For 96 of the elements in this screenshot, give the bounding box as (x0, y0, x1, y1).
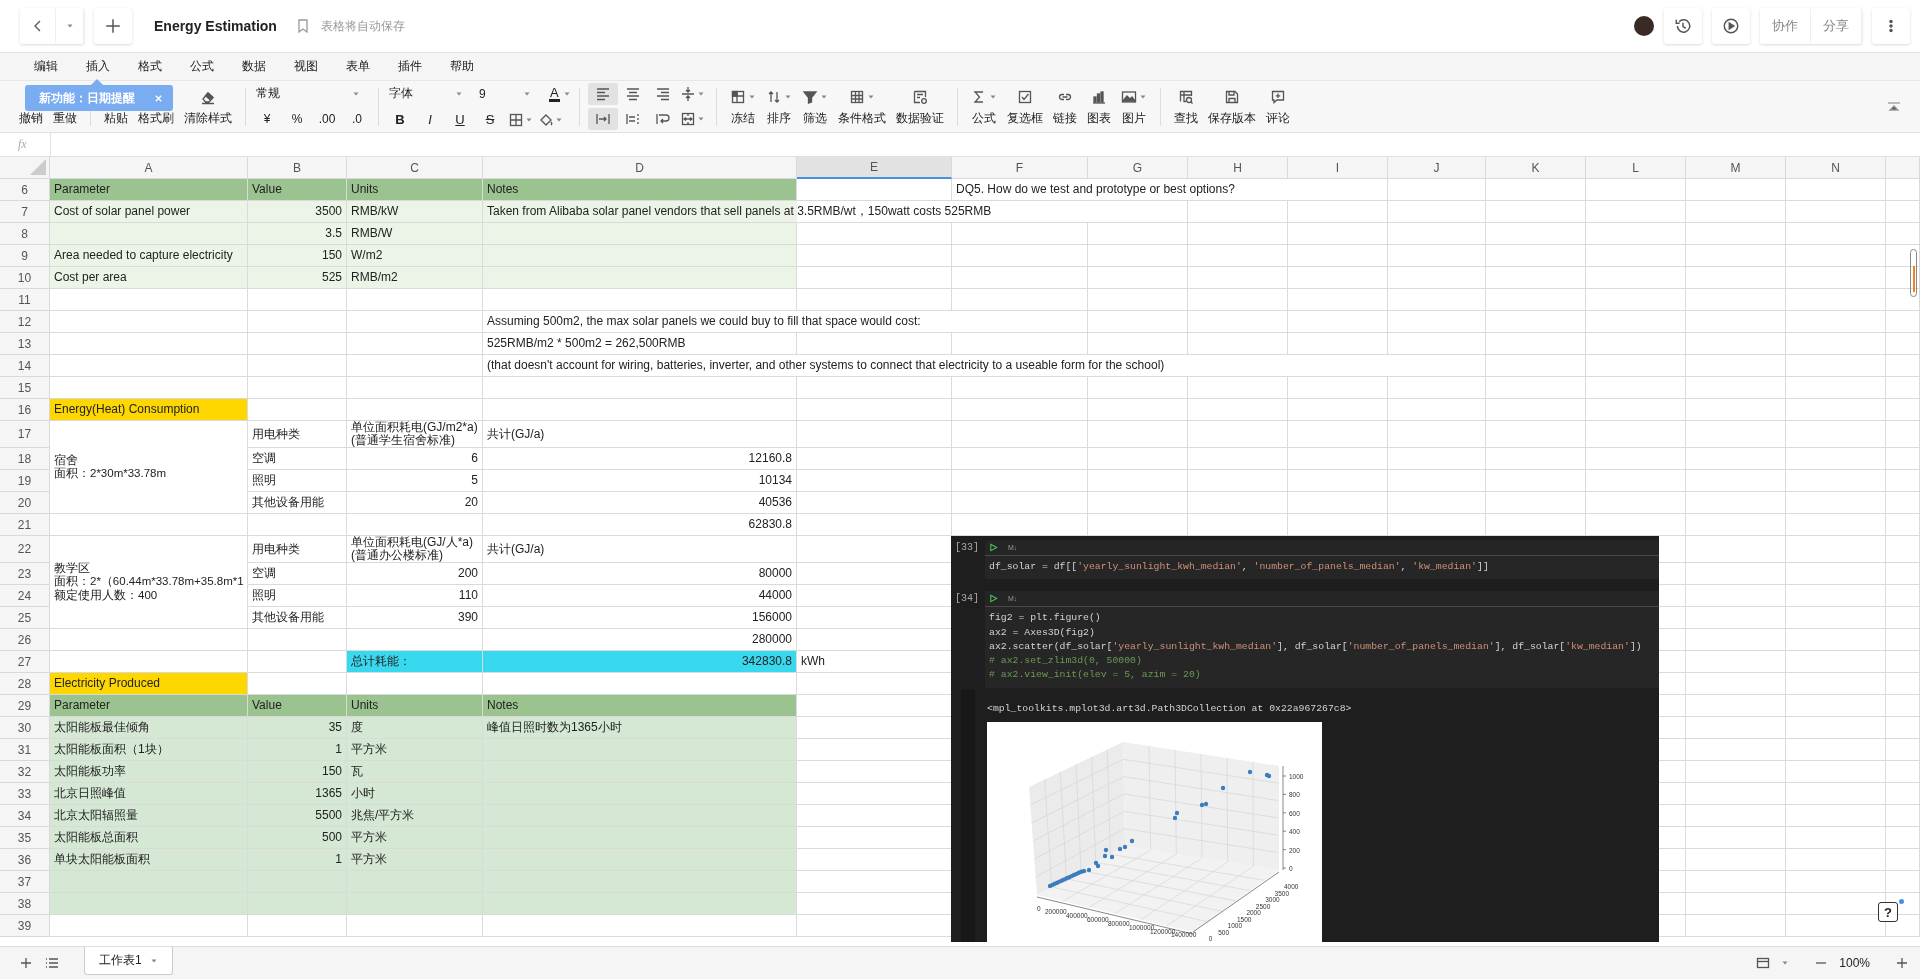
table-cell: 北京太阳辐照量 (50, 805, 248, 827)
table-cell: 1 (248, 739, 347, 761)
code-line: df_solar = df[['yearly_sunlight_kwh_median', 'number_of_panels_median', 'kw_median']] (989, 560, 1490, 574)
table-cell: 北京日照峰值 (50, 783, 248, 805)
cell-prompt: [34] (954, 592, 980, 607)
table-cell: 用电种类 (248, 536, 347, 563)
table-cell: 35 (248, 717, 347, 739)
table-cell: 12160.8 (483, 448, 797, 470)
table-cell: 总计耗能： (347, 651, 483, 673)
formula-label: fx (17, 137, 28, 152)
output-text: <mpl_toolkits.mplot3d.art3d.Path3DCollection at 0x22a967267c8> (987, 701, 1353, 716)
table-cell: 3500 (248, 201, 347, 223)
table-cell: Energy(Heat) Consumption (50, 399, 248, 421)
table-cell: 度 (347, 717, 483, 739)
table-cell: 共计(GJ/a) (483, 421, 797, 448)
table-cell: 共计(GJ/a) (483, 536, 797, 563)
table-cell: 150 (248, 245, 347, 267)
table-cell: 3.5 (248, 223, 347, 245)
cell-text-line: 面积：2*（60.44m*33.78m+35.8m*1 (54, 575, 244, 589)
table-cell: 照明 (248, 585, 347, 607)
table-cell: 瓦 (347, 761, 483, 783)
cell-text-line: 教学区 (54, 561, 90, 575)
table-cell: 1365 (248, 783, 347, 805)
code-line: ax2 = Axes3D(fig2) (989, 625, 1096, 640)
table-cell: 照明 (248, 470, 347, 492)
table-cell: 太阳能板功率 (50, 761, 248, 783)
table-cell: 平方米 (347, 739, 483, 761)
table-cell: 80000 (483, 563, 797, 585)
table-cell: 空调 (248, 563, 347, 585)
document-title: Energy Estimation (154, 18, 277, 34)
table-cell: Assuming 500m2, the max solar panels we could buy to fill that space would cost: (483, 311, 1088, 333)
table-cell: 525RMB/m2 * 500m2 = 262,500RMB (483, 333, 797, 355)
cell-text-line: 单位面积耗电(GJ/m2*a) (351, 421, 478, 434)
table-cell: 200 (347, 563, 483, 585)
table-cell: 太阳能板最佳倾角 (50, 717, 248, 739)
table-cell: 40536 (483, 492, 797, 514)
table-cell: Taken from Alibaba solar panel vendors that sell panels at 3.5RMB/wt，150watt costs 525RMB (483, 201, 1188, 223)
table-cell: W/m2 (347, 245, 483, 267)
table-cell: RMB/kW (347, 201, 483, 223)
table-cell: 平方米 (347, 827, 483, 849)
table-cell: Value (248, 695, 347, 717)
table-cell: RMB/W (347, 223, 483, 245)
table-cell: Units (347, 695, 483, 717)
table-cell: 平方米 (347, 849, 483, 871)
table-cell: 用电种类 (248, 421, 347, 448)
table-cell: 525 (248, 267, 347, 289)
table-cell: 太阳能板总面积 (50, 827, 248, 849)
table-cell: 500 (248, 827, 347, 849)
table-cell: Units (347, 179, 483, 201)
table-cell: Area needed to capture electricity (50, 245, 248, 267)
table-cell: 空调 (248, 448, 347, 470)
table-cell: Parameter (50, 695, 248, 717)
cell-text-line: 面积：2*30m*33.78m (54, 467, 167, 481)
table-cell: 兆焦/平方米 (347, 805, 483, 827)
table-cell: Cost per area (50, 267, 248, 289)
table-cell: 1 (248, 849, 347, 871)
table-cell: 44000 (483, 585, 797, 607)
table-cell: 峰值日照时数为1365小时 (483, 717, 797, 739)
table-cell: 150 (248, 761, 347, 783)
table-cell: Notes (483, 695, 797, 717)
cell-text-line: 额定使用人数：400 (54, 588, 158, 603)
table-cell: Notes (483, 179, 797, 201)
table-cell: 单块太阳能板面积 (50, 849, 248, 871)
code-line: # ax2.view_init(elev = 5, azim = 20) (989, 668, 1202, 683)
table-cell: 20 (347, 492, 483, 514)
table-cell: 太阳能板面积（1块） (50, 739, 248, 761)
table-cell: (that doesn't account for wiring, batteries, inverter, and other systems to connect that electricity to a useable form for the school) (483, 355, 1486, 377)
table-cell: DQ5. How do we test and prototype or best options? (952, 179, 1388, 201)
table-cell: 其他设备用能 (248, 492, 347, 514)
table-cell: 62830.8 (483, 514, 797, 536)
zoom-level: 100% (1839, 956, 1870, 970)
table-cell: 390 (347, 607, 483, 629)
table-cell: 5 (347, 470, 483, 492)
table-cell: 156000 (483, 607, 797, 629)
table-cell: Parameter (50, 179, 248, 201)
table-cell: 小时 (347, 783, 483, 805)
table-cell: Cost of solar panel power (50, 201, 248, 223)
cell-text-line: (普通学生宿舍标准) (351, 434, 455, 447)
table-cell: 6 (347, 448, 483, 470)
table-cell: 5500 (248, 805, 347, 827)
table-cell: 342830.8 (483, 651, 797, 673)
cell-text-line: 宿舍 (54, 453, 78, 467)
table-cell: 其他设备用能 (248, 607, 347, 629)
code-line: fig2 = plt.figure() (989, 611, 1102, 626)
save-status: 表格将自动保存 (320, 17, 405, 35)
code-line: ax2.scatter(df_solar['yearly_sunlight_kwh_median'], df_solar['number_of_panels_median'], df_solar['kw_median']) (989, 639, 1643, 654)
cell-text-line: (普通办公楼标准) (351, 549, 443, 562)
code-line: # ax2.set_zlim3d(0, 50000) (989, 654, 1143, 669)
cell-prompt: [33] (954, 541, 980, 555)
table-cell: Value (248, 179, 347, 201)
table-cell: RMB/m2 (347, 267, 483, 289)
tooltip-text: 新功能：日期提醒 (39, 89, 135, 107)
table-cell: Electricity Produced (50, 673, 248, 695)
cell-text-line: 单位面积耗电(GJ/人*a) (351, 536, 473, 549)
table-cell: 110 (347, 585, 483, 607)
table-cell: 10134 (483, 470, 797, 492)
